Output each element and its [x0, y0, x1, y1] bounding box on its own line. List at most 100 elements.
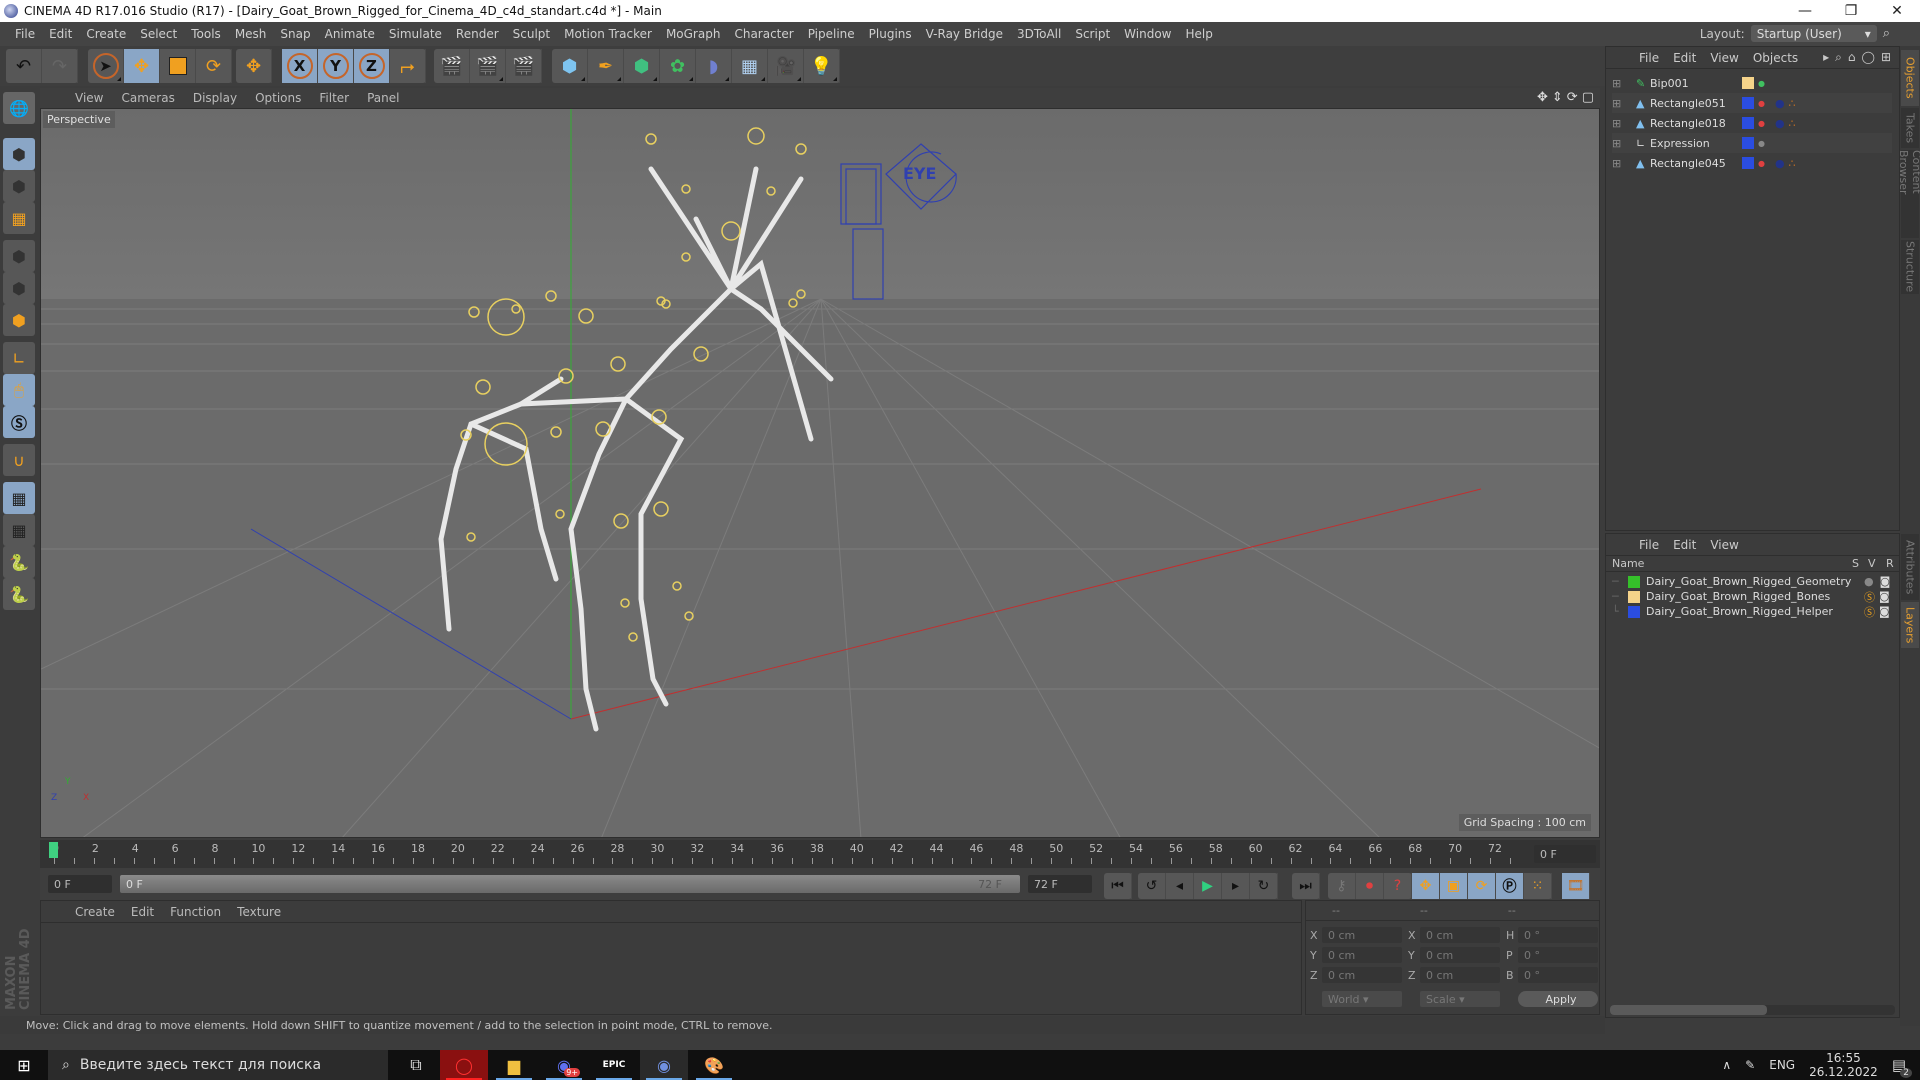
goto-start-button[interactable]: ⏮ — [1104, 873, 1132, 899]
menu-mesh[interactable]: Mesh — [228, 27, 274, 41]
task-view-button[interactable]: ⧉ — [392, 1050, 440, 1080]
record-button[interactable]: ⏺ — [1356, 873, 1384, 899]
menu-pipeline[interactable]: Pipeline — [801, 27, 862, 41]
parameter-key-button[interactable]: Ⓟ — [1496, 873, 1524, 899]
menu-snap[interactable]: Snap — [273, 27, 317, 41]
maximize-view-icon[interactable]: ▢ — [1582, 90, 1594, 105]
pos-z-input[interactable]: 0 cm — [1322, 967, 1402, 983]
solo-on-icon[interactable]: Ⓢ — [1864, 604, 1875, 620]
rot-p-input[interactable]: 0 ° — [1518, 947, 1598, 963]
eye-icon[interactable]: ◯ — [1862, 50, 1875, 65]
undo-button[interactable]: ↶ — [6, 49, 42, 83]
render-picture-viewer-button[interactable]: 🎬 — [470, 49, 506, 83]
visibility-dots[interactable]: ● — [1758, 99, 1765, 108]
pos-y-input[interactable]: 0 cm — [1322, 947, 1402, 963]
new-window-icon[interactable]: ⊞ — [1881, 50, 1891, 65]
position-key-button[interactable]: ✥ — [1412, 873, 1440, 899]
start-button[interactable]: ⊞ — [0, 1050, 48, 1080]
camera-button[interactable]: 🎥 — [768, 49, 804, 83]
om-menu-edit[interactable]: Edit — [1666, 51, 1703, 65]
language-indicator[interactable]: ENG — [1769, 1058, 1795, 1072]
menu-file[interactable]: File — [8, 27, 42, 41]
layer-row[interactable]: ─ Dairy_Goat_Brown_Rigged_Bones Ⓢ ◙ — [1612, 589, 1892, 604]
menu-edit[interactable]: Edit — [42, 27, 79, 41]
size-mode-dropdown[interactable]: Scale ▾ — [1420, 991, 1500, 1007]
goto-end-button[interactable]: ⏭ — [1292, 873, 1320, 899]
move-tool-button[interactable]: ✥ — [124, 49, 160, 83]
menu-vray-bridge[interactable]: V-Ray Bridge — [919, 27, 1010, 41]
scrollbar-thumb[interactable] — [1610, 1005, 1767, 1015]
lm-menu-file[interactable]: File — [1632, 538, 1666, 552]
tab-attributes[interactable]: Attributes — [1901, 534, 1919, 600]
home-icon[interactable]: ⌂ — [1848, 50, 1856, 65]
tab-objects[interactable]: Objects — [1901, 50, 1919, 106]
layer-color-swatch[interactable] — [1628, 605, 1640, 618]
rotation-key-button[interactable]: ⟳ — [1468, 873, 1496, 899]
notifications-button[interactable]: ▤ 2 — [1892, 1056, 1912, 1078]
menu-3dtoall[interactable]: 3DToAll — [1010, 27, 1068, 41]
visible-eye-icon[interactable]: ◙ — [1879, 590, 1890, 603]
visible-eye-icon[interactable]: ◙ — [1880, 575, 1891, 588]
render-settings-button[interactable]: 🎬 — [506, 49, 542, 83]
autokey-button[interactable]: ? — [1384, 873, 1412, 899]
skin-tag-icon[interactable]: ∴ — [1789, 157, 1796, 170]
solo-on-icon[interactable]: Ⓢ — [1864, 589, 1875, 605]
material-menu-edit[interactable]: Edit — [123, 905, 162, 919]
x-axis-button[interactable]: X — [282, 49, 318, 83]
prev-frame-button[interactable]: ◂ — [1166, 873, 1194, 899]
3d-viewport[interactable]: EYE Perspective Y Z X Grid Spacing : 100… — [40, 108, 1600, 838]
tab-takes[interactable]: Takes — [1901, 108, 1919, 148]
size-z-input[interactable]: 0 cm — [1420, 967, 1500, 983]
start-frame-field[interactable]: 0 F — [48, 875, 112, 893]
expand-icon[interactable]: ⊞ — [1612, 117, 1636, 130]
coordinate-space-dropdown[interactable]: World ▾ — [1322, 991, 1402, 1007]
horizontal-scrollbar[interactable] — [1610, 1005, 1895, 1015]
dolly-icon[interactable]: ⇕ — [1552, 90, 1563, 105]
layer-color-swatch[interactable] — [1742, 77, 1754, 89]
recent-move-button[interactable]: ✥ — [236, 49, 272, 83]
menu-render[interactable]: Render — [449, 27, 506, 41]
layer-color-swatch[interactable] — [1742, 137, 1754, 149]
python-script-button[interactable]: 🐍 — [3, 546, 35, 578]
pos-x-input[interactable]: 0 cm — [1322, 927, 1402, 943]
layer-color-swatch[interactable] — [1742, 117, 1754, 129]
tab-layers[interactable]: Layers — [1901, 602, 1919, 648]
expand-icon[interactable]: ⊞ — [1612, 77, 1636, 90]
material-menu-create[interactable]: Create — [67, 905, 123, 919]
pen-icon[interactable]: ✎ — [1745, 1058, 1755, 1072]
layer-row[interactable]: └ Dairy_Goat_Brown_Rigged_Helper Ⓢ ◙ — [1612, 604, 1892, 619]
rot-b-input[interactable]: 0 ° — [1518, 967, 1598, 983]
om-menu-file[interactable]: File — [1632, 51, 1666, 65]
menu-sculpt[interactable]: Sculpt — [506, 27, 557, 41]
opera-button[interactable]: ◯ — [440, 1050, 488, 1080]
menu-select[interactable]: Select — [133, 27, 184, 41]
scale-key-button[interactable]: ▣ — [1440, 873, 1468, 899]
menu-character[interactable]: Character — [727, 27, 800, 41]
skin-tag-icon[interactable]: ∴ — [1789, 117, 1796, 130]
om-menu-objects[interactable]: Objects — [1746, 51, 1805, 65]
apply-button[interactable]: Apply — [1518, 991, 1598, 1007]
close-button[interactable]: ✕ — [1874, 0, 1920, 22]
menu-animate[interactable]: Animate — [318, 27, 382, 41]
expand-icon[interactable]: ⊞ — [1612, 157, 1636, 170]
preview-range-slider[interactable]: 0 F 72 F — [120, 875, 1020, 893]
viewport-menu-options[interactable]: Options — [246, 91, 310, 105]
om-menu-view[interactable]: View — [1703, 51, 1745, 65]
orbit-icon[interactable]: ⟳ — [1567, 90, 1578, 105]
menu-script[interactable]: Script — [1068, 27, 1117, 41]
rot-h-input[interactable]: 0 ° — [1518, 927, 1598, 943]
current-frame-field[interactable]: 0 F — [1534, 845, 1596, 863]
next-frame-button[interactable]: ▸ — [1222, 873, 1250, 899]
camera-label[interactable]: Perspective — [43, 111, 115, 128]
floor-button[interactable]: ▦ — [732, 49, 768, 83]
size-x-input[interactable]: 0 cm — [1420, 927, 1500, 943]
taskbar-search[interactable]: ⌕ Введите здесь текст для поиска — [48, 1050, 388, 1080]
menu-plugins[interactable]: Plugins — [862, 27, 919, 41]
material-tag-icon[interactable]: ● — [1775, 97, 1785, 110]
playhead[interactable] — [49, 842, 58, 858]
render-view-button[interactable]: 🎬 — [434, 49, 470, 83]
tweak-mode-button[interactable]: 🖱 — [3, 374, 35, 406]
model-mode-button[interactable]: ⬢ — [3, 138, 35, 170]
workplane-mode-button[interactable]: ▦ — [3, 202, 35, 234]
viewport-menu-filter[interactable]: Filter — [310, 91, 358, 105]
